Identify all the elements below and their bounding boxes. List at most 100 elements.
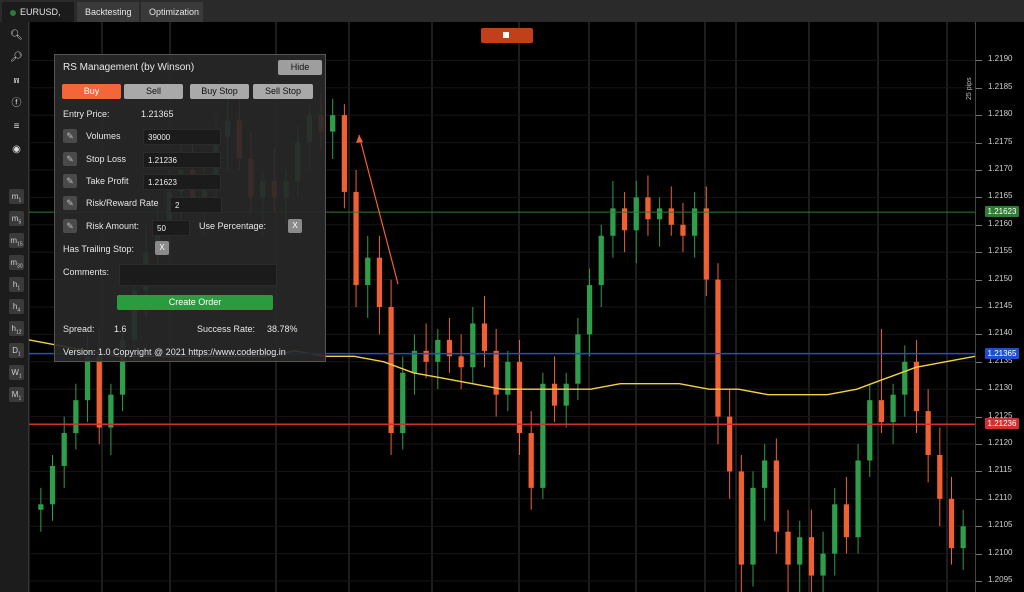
entry-price-label: Entry Price: bbox=[63, 109, 110, 119]
version-copyright: Version: 1.0 Copyright @ 2021 https://ww… bbox=[63, 347, 286, 357]
timeframe-sub: 1 bbox=[18, 351, 21, 358]
candle-body bbox=[925, 411, 931, 455]
spread-label: Spread: bbox=[63, 324, 95, 334]
timeframe-h1-button[interactable]: h1 bbox=[9, 277, 24, 292]
timeframe-h4-button[interactable]: h4 bbox=[9, 299, 24, 314]
risk-amount-input[interactable]: 50 bbox=[152, 220, 190, 236]
price-tick-label: 1.2130 bbox=[975, 383, 1013, 393]
price-tick-label: 1.2185 bbox=[975, 81, 1013, 91]
success-rate-value: 38.78% bbox=[267, 324, 298, 334]
tab-optimization[interactable]: Optimization bbox=[141, 2, 203, 22]
indicator-icon[interactable]: ⩎ bbox=[9, 73, 24, 88]
stop-button[interactable] bbox=[481, 28, 533, 43]
price-tick-label: 1.2175 bbox=[975, 136, 1013, 146]
candle-body bbox=[470, 323, 476, 368]
stop-icon bbox=[503, 32, 509, 38]
candle-body bbox=[832, 504, 838, 554]
timeframe-m5-button[interactable]: m5 bbox=[9, 211, 24, 226]
timeframe-sub: 15 bbox=[17, 241, 23, 248]
candle-body bbox=[890, 394, 896, 423]
edit-risk-amount-icon[interactable]: ✎ bbox=[63, 219, 77, 233]
connection-status-icon bbox=[10, 9, 16, 16]
price-tick-label: 1.2150 bbox=[975, 273, 1013, 283]
price-tick-label: 1.2145 bbox=[975, 301, 1013, 310]
price-tick-label: 1.2105 bbox=[975, 520, 1013, 530]
candle-body bbox=[855, 460, 861, 538]
stop-loss-input[interactable]: 1.21236 bbox=[143, 152, 221, 168]
candle-body bbox=[948, 498, 955, 549]
success-rate-label: Success Rate: bbox=[197, 324, 256, 334]
volumes-input[interactable]: 39000 bbox=[143, 129, 221, 145]
zoom-in-icon[interactable]: 🔍︎ bbox=[9, 28, 24, 43]
rs-management-panel: RS Management (by Winson) Hide Buy Sell … bbox=[54, 54, 326, 362]
candle-body bbox=[73, 400, 79, 434]
timeframe-h12-button[interactable]: h12 bbox=[9, 321, 24, 336]
comments-input[interactable] bbox=[119, 264, 277, 286]
layers-icon[interactable]: ≡ bbox=[9, 119, 24, 134]
timeframe-D1-button[interactable]: D1 bbox=[9, 343, 24, 358]
comments-label: Comments: bbox=[63, 267, 110, 277]
candle-body bbox=[902, 361, 908, 395]
stop-loss-price-tag: 1.21236 bbox=[985, 418, 1019, 430]
timeframe-sub: 30 bbox=[17, 263, 23, 270]
edit-take-profit-icon[interactable]: ✎ bbox=[63, 174, 77, 188]
facebook-icon[interactable]: ⓕ bbox=[9, 96, 24, 111]
stop-loss-label: Stop Loss bbox=[86, 154, 127, 164]
candle-body bbox=[540, 383, 546, 488]
candle-body bbox=[808, 537, 815, 576]
timeframe-sub: 1 bbox=[17, 285, 21, 292]
candle-body bbox=[563, 383, 569, 406]
tab-backtesting[interactable]: Backtesting bbox=[77, 2, 139, 22]
price-tick-label: 1.2155 bbox=[975, 246, 1013, 256]
volumes-label: Volumes bbox=[86, 131, 121, 141]
buy-button[interactable]: Buy bbox=[62, 84, 121, 99]
use-percentage-toggle[interactable]: X bbox=[288, 219, 302, 233]
timeframe-M1-button[interactable]: M1 bbox=[9, 387, 24, 402]
timeframe-W1-button[interactable]: W1 bbox=[9, 365, 24, 380]
candle-body bbox=[621, 208, 628, 231]
sell-stop-button[interactable]: Sell Stop bbox=[253, 84, 313, 99]
hide-button[interactable]: Hide bbox=[278, 60, 322, 75]
candle-body bbox=[376, 257, 383, 307]
price-tick-label: 1.2140 bbox=[975, 328, 1013, 338]
pips-label: 25 pips bbox=[966, 77, 973, 100]
risk-reward-label: Risk/Reward Rate bbox=[86, 198, 159, 208]
candle-body bbox=[84, 356, 91, 401]
timeframe-m1-button[interactable]: m1 bbox=[9, 189, 24, 204]
timeframe-sub: 1 bbox=[18, 373, 22, 380]
candle-body bbox=[516, 361, 523, 434]
risk-reward-input[interactable]: 2 bbox=[170, 197, 222, 213]
candle-body bbox=[633, 197, 639, 231]
edit-stop-loss-icon[interactable]: ✎ bbox=[63, 152, 77, 166]
candle-body bbox=[656, 208, 663, 220]
timeframe-sub: 5 bbox=[18, 219, 22, 226]
timeframe-sub: 12 bbox=[15, 329, 22, 336]
price-axis[interactable]: 1.2190 1.2185 1.2180 1.2175 1.2170 1.2165 1.21… bbox=[975, 22, 1024, 592]
price-tick-label: 1.2190 bbox=[975, 54, 1013, 64]
candle-body bbox=[365, 257, 371, 286]
timeframe-sub: 1 bbox=[18, 197, 22, 204]
candle-body bbox=[551, 383, 558, 406]
buy-stop-button[interactable]: Buy Stop bbox=[190, 84, 249, 99]
candle-body bbox=[575, 334, 581, 384]
trailing-stop-toggle[interactable]: X bbox=[155, 241, 169, 255]
create-order-button[interactable]: Create Order bbox=[117, 295, 273, 310]
candle-body bbox=[820, 553, 826, 576]
price-tick-label: 1.2180 bbox=[975, 109, 1013, 119]
eye-icon[interactable]: ◉ bbox=[9, 142, 24, 157]
edit-risk-reward-icon[interactable]: ✎ bbox=[63, 196, 77, 210]
timeframe-m15-button[interactable]: m15 bbox=[9, 233, 24, 248]
candle-body bbox=[353, 191, 359, 286]
edit-volumes-icon[interactable]: ✎ bbox=[63, 129, 77, 143]
tab-eurusd-h1[interactable]: EURUSD, h1 bbox=[2, 2, 74, 37]
sell-button[interactable]: Sell bbox=[124, 84, 183, 99]
entry-price-tag: 1.21365 bbox=[985, 347, 1019, 359]
candle-body bbox=[586, 285, 593, 335]
timeframe-m30-button[interactable]: m30 bbox=[9, 255, 24, 270]
take-profit-input[interactable]: 1.21623 bbox=[143, 174, 221, 190]
candle-body bbox=[703, 208, 709, 280]
zoom-out-icon[interactable]: 🔎︎ bbox=[9, 50, 24, 65]
candle-body bbox=[960, 526, 966, 549]
candle-body bbox=[388, 307, 394, 434]
panel-title: RS Management (by Winson) bbox=[63, 62, 195, 73]
